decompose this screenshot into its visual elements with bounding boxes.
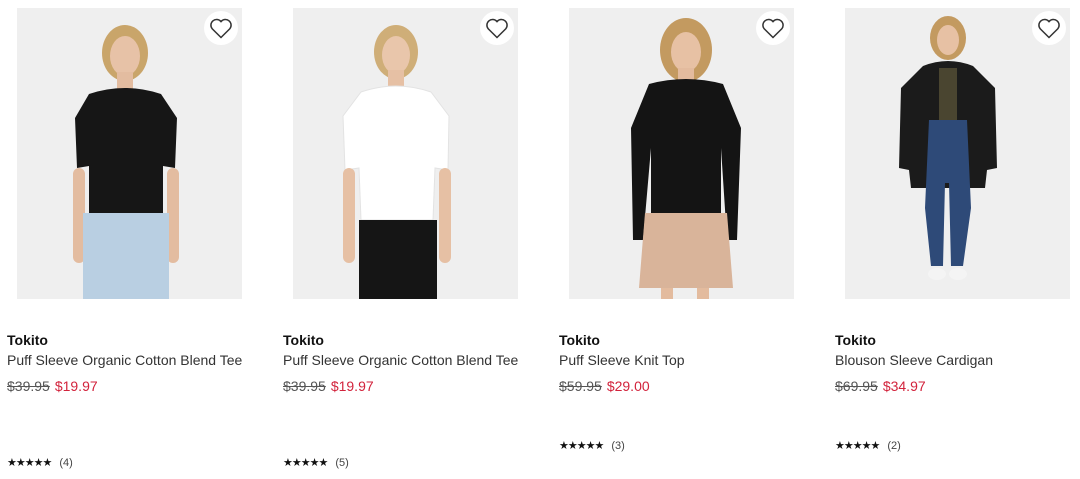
product-card[interactable]: Tokito Puff Sleeve Knit Top $59.95 $29.00… <box>559 0 821 452</box>
model-photo <box>569 8 794 299</box>
product-brand[interactable]: Tokito <box>7 332 269 349</box>
model-photo <box>845 8 1070 299</box>
sale-price: $19.97 <box>54 378 98 394</box>
product-brand[interactable]: Tokito <box>559 332 821 349</box>
product-name[interactable]: Blouson Sleeve Cardigan <box>835 352 1075 369</box>
sale-price: $34.97 <box>882 378 926 394</box>
product-image[interactable] <box>845 8 1070 299</box>
product-rating[interactable]: ★★★★★ (2) <box>835 439 901 453</box>
product-price: $69.95 $34.97 <box>835 378 1080 395</box>
product-rating[interactable]: ★★★★★ (4) <box>7 456 73 470</box>
original-price: $59.95 <box>559 378 602 394</box>
product-card[interactable]: Tokito Puff Sleeve Organic Cotton Blend … <box>7 0 269 469</box>
review-count: (5) <box>335 456 349 469</box>
original-price: $39.95 <box>283 378 326 394</box>
product-card[interactable]: Tokito Blouson Sleeve Cardigan $69.95 $34… <box>835 0 1080 452</box>
original-price: $39.95 <box>7 378 50 394</box>
sale-price: $29.00 <box>606 378 650 394</box>
wishlist-button[interactable] <box>204 11 238 45</box>
wishlist-button[interactable] <box>1032 11 1066 45</box>
product-brand[interactable]: Tokito <box>283 332 545 349</box>
product-image[interactable] <box>569 8 794 299</box>
star-rating-icons: ★★★★★ <box>835 440 880 452</box>
review-count: (3) <box>611 439 625 452</box>
model-photo <box>17 8 242 299</box>
product-rating[interactable]: ★★★★★ (3) <box>559 439 625 453</box>
product-grid: Tokito Puff Sleeve Organic Cotton Blend … <box>0 0 1080 479</box>
star-rating-icons: ★★★★★ <box>283 457 328 469</box>
heart-outline-icon <box>486 18 508 39</box>
product-image[interactable] <box>17 8 242 299</box>
wishlist-button[interactable] <box>480 11 514 45</box>
sale-price: $19.97 <box>330 378 374 394</box>
product-price: $39.95 $19.97 <box>7 378 269 395</box>
product-brand[interactable]: Tokito <box>835 332 1080 349</box>
heart-outline-icon <box>762 18 784 39</box>
heart-outline-icon <box>210 18 232 39</box>
product-name[interactable]: Puff Sleeve Organic Cotton Blend Tee <box>283 352 523 369</box>
star-rating-icons: ★★★★★ <box>7 457 52 469</box>
product-card[interactable]: Tokito Puff Sleeve Organic Cotton Blend … <box>283 0 545 469</box>
product-name[interactable]: Puff Sleeve Knit Top <box>559 352 799 369</box>
model-photo <box>293 8 518 299</box>
star-rating-icons: ★★★★★ <box>559 440 604 452</box>
product-rating[interactable]: ★★★★★ (5) <box>283 456 349 470</box>
product-price: $39.95 $19.97 <box>283 378 545 395</box>
original-price: $69.95 <box>835 378 878 394</box>
review-count: (2) <box>887 439 901 452</box>
product-price: $59.95 $29.00 <box>559 378 821 395</box>
review-count: (4) <box>59 456 73 469</box>
heart-outline-icon <box>1038 18 1060 39</box>
product-image[interactable] <box>293 8 518 299</box>
wishlist-button[interactable] <box>756 11 790 45</box>
product-name[interactable]: Puff Sleeve Organic Cotton Blend Tee <box>7 352 247 369</box>
